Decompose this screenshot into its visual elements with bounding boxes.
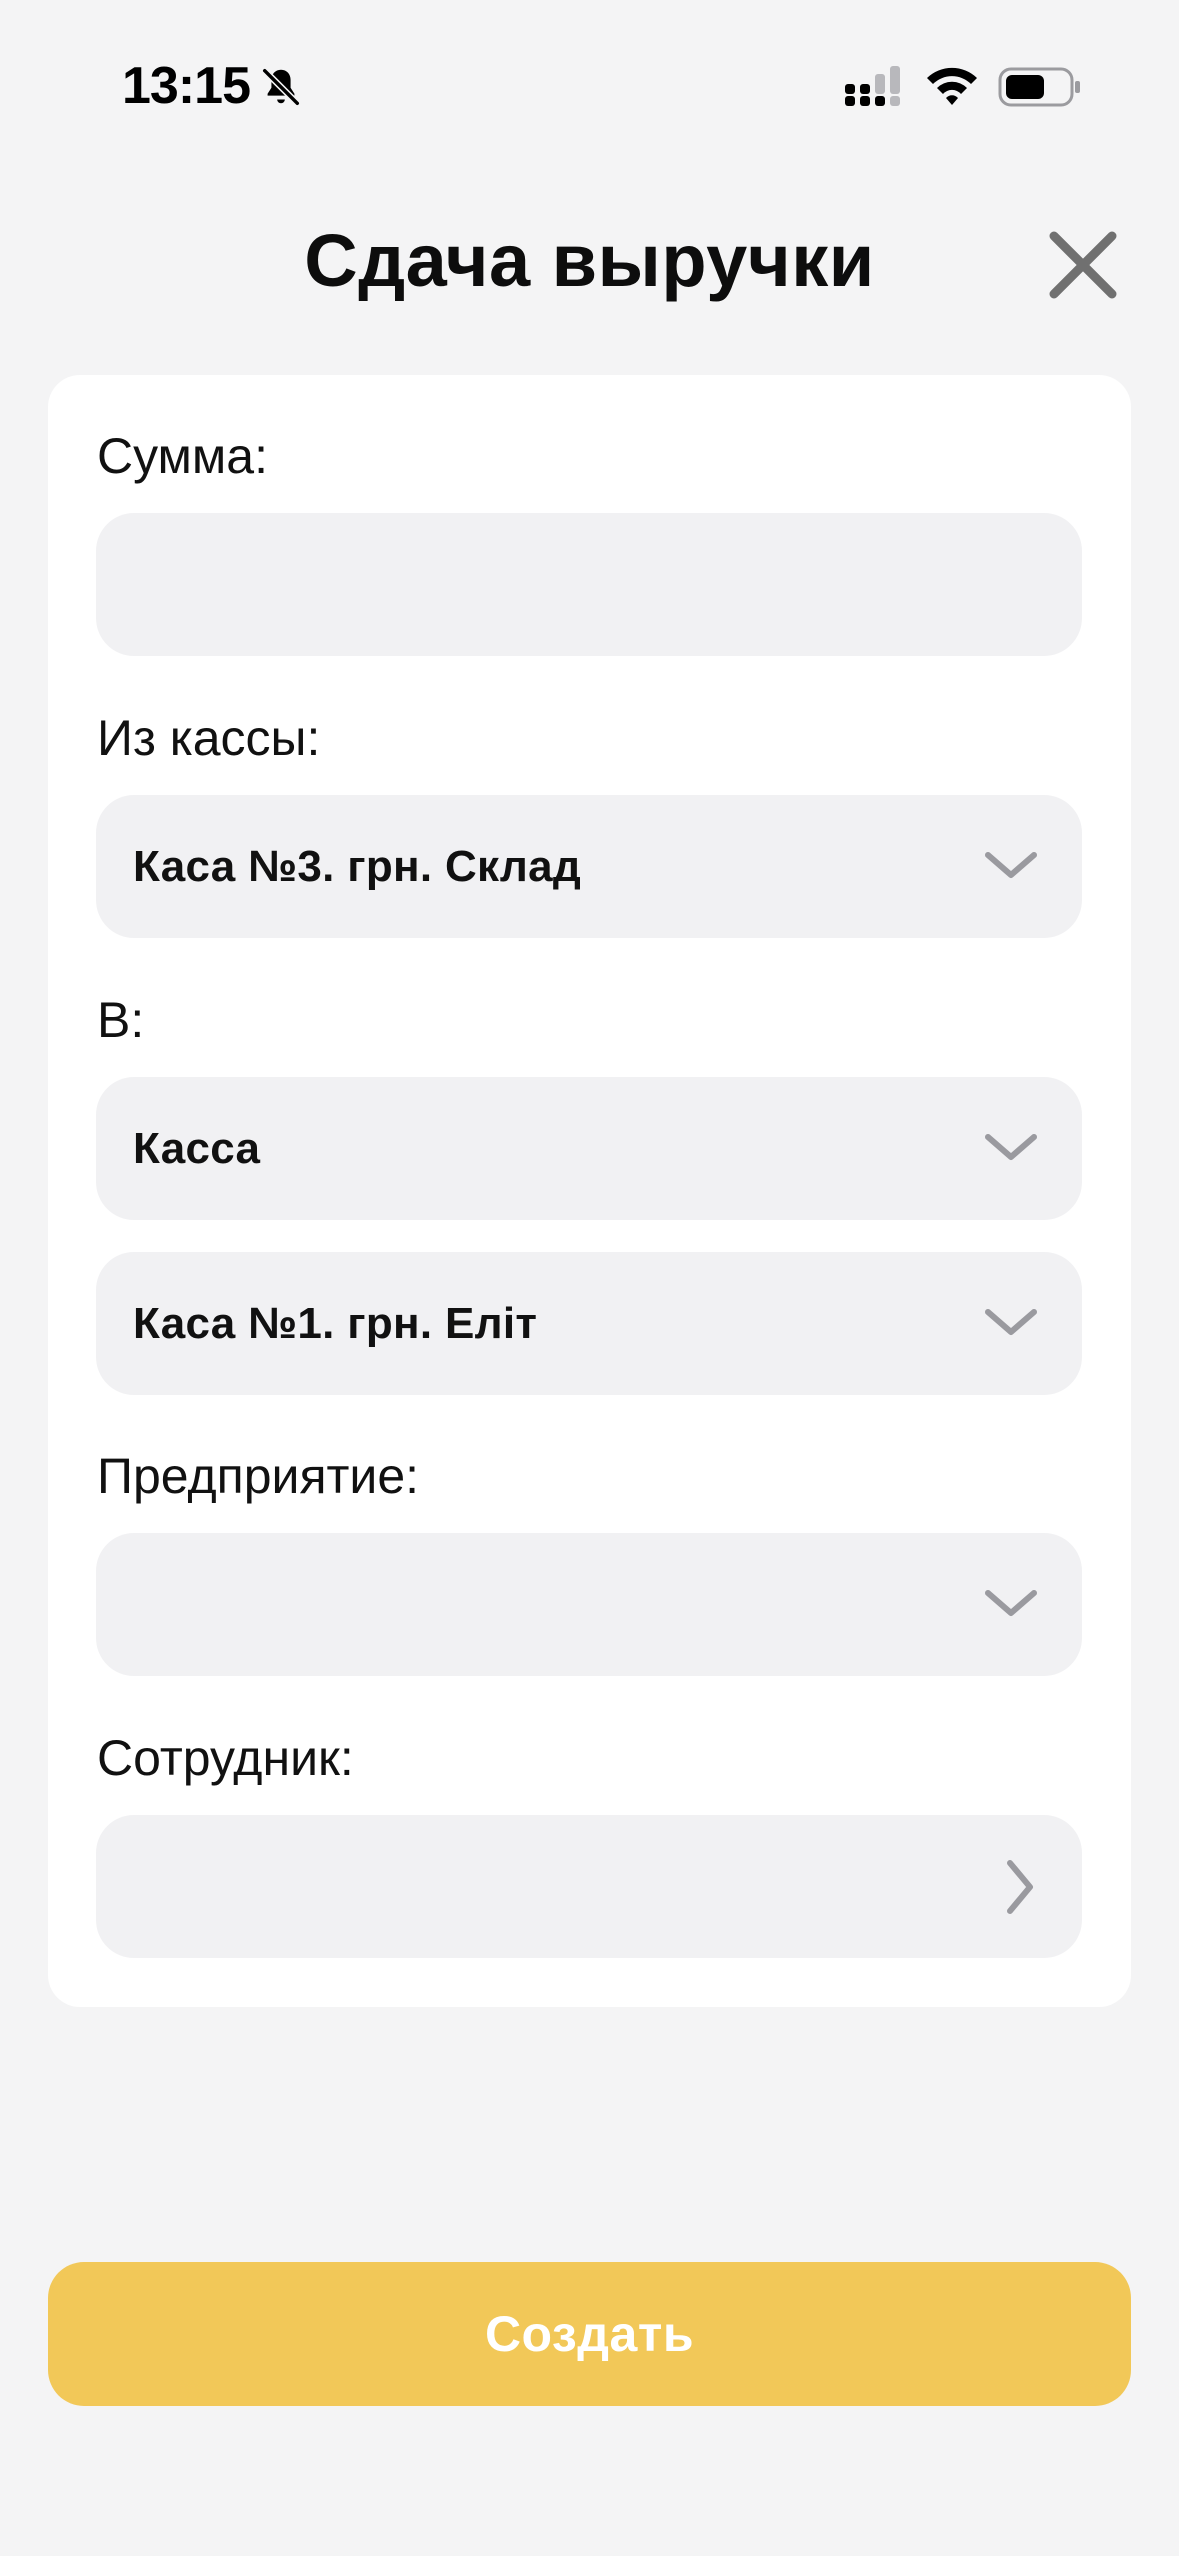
employee-label: Сотрудник: (97, 1730, 354, 1786)
from-cashbox-value: Каса №3. грн. Склад (133, 842, 582, 891)
page-title: Сдача выручки (304, 219, 875, 302)
form-card: Сумма: Из кассы: Каса №3. грн. Склад В: … (48, 375, 1131, 2007)
bell-slash-icon (262, 68, 300, 106)
to-label: В: (97, 992, 145, 1048)
close-button[interactable] (1042, 224, 1124, 306)
chevron-down-icon (985, 852, 1037, 878)
to-type-value: Касса (133, 1124, 261, 1173)
enterprise-label: Предприятие: (97, 1448, 420, 1504)
chevron-down-icon (985, 1590, 1037, 1616)
to-cashbox-value: Каса №1. грн. Еліт (133, 1299, 538, 1348)
signal-icon (845, 66, 900, 106)
close-icon (1049, 231, 1117, 299)
battery-icon (998, 67, 1080, 107)
enterprise-select[interactable] (96, 1533, 1082, 1676)
employee-picker[interactable] (96, 1815, 1082, 1958)
status-time: 13:15 (122, 57, 251, 115)
from-cashbox-label: Из кассы: (97, 710, 321, 766)
amount-input[interactable] (96, 513, 1082, 656)
status-bar: 13:15 (0, 0, 1179, 175)
chevron-down-icon (985, 1309, 1037, 1335)
amount-label: Сумма: (97, 428, 268, 484)
from-cashbox-select[interactable]: Каса №3. грн. Склад (96, 795, 1082, 938)
to-cashbox-select[interactable]: Каса №1. грн. Еліт (96, 1252, 1082, 1395)
create-button[interactable]: Создать (48, 2262, 1131, 2406)
to-type-select[interactable]: Касса (96, 1077, 1082, 1220)
wifi-icon (927, 67, 977, 105)
chevron-right-icon (1007, 1860, 1033, 1914)
chevron-down-icon (985, 1134, 1037, 1160)
